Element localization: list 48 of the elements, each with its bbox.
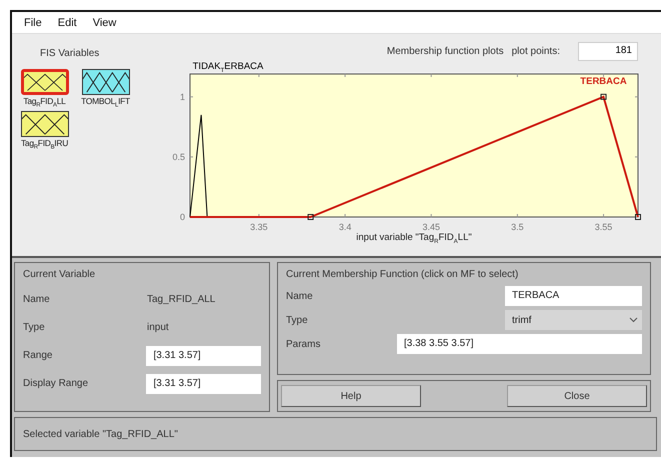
- dialog-button[interactable]: Close: [507, 385, 647, 407]
- dialog-button[interactable]: Help: [281, 385, 421, 407]
- input-field[interactable]: TERBACA: [505, 286, 642, 306]
- variable-label: Tag$_{R}$FID$_{B}$IRU: [20, 138, 68, 150]
- vertex-handle[interactable]: [600, 94, 607, 100]
- field-label: Range: [23, 350, 54, 361]
- mf-label[interactable]: TIDAK$_{T}$ERBACA: [192, 61, 264, 74]
- axis-label: input variable "Tag$_{R}$FID$_{A}$LL": [355, 232, 473, 245]
- tick-label: 0: [180, 212, 185, 222]
- tick-label: 3.55: [594, 222, 612, 232]
- panel-title: Current Variable: [23, 269, 96, 280]
- tick-label: 3.45: [422, 222, 440, 232]
- caret-icon: [629, 317, 638, 323]
- plot-title: Membership function plots: [386, 46, 504, 56]
- vertex-handle[interactable]: [635, 214, 641, 220]
- menu-item[interactable]: View: [86, 16, 124, 28]
- field-label: Display Range: [23, 378, 90, 389]
- variable-label: Tag$_{R}$FID$_{A}$LL: [23, 96, 66, 109]
- tick-label: 0.5: [172, 152, 185, 162]
- plot-points-label: plot points:: [512, 46, 560, 56]
- variable-icon[interactable]: [82, 69, 130, 95]
- field-label: Name: [286, 290, 313, 302]
- field-label: Type: [286, 314, 308, 326]
- field-value: Tag_RFID_ALL: [147, 294, 216, 305]
- input-field[interactable]: [3.38 3.55 3.57]: [397, 334, 642, 354]
- menu-item[interactable]: Edit: [50, 16, 84, 28]
- tick-label: 3.35: [250, 222, 268, 232]
- panel-title: Current Membership Function (click on MF to select): [286, 269, 520, 280]
- variable-icon[interactable]: [20, 110, 68, 137]
- tick-label: 3.5: [511, 222, 524, 232]
- field-label: Name: [23, 294, 51, 305]
- vertex-handle[interactable]: [308, 214, 314, 220]
- tick-label: 1: [180, 92, 185, 102]
- field-value: input: [147, 322, 169, 333]
- field-label: Params: [286, 338, 320, 350]
- mf-label[interactable]: TERBACA: [580, 76, 627, 87]
- input-field[interactable]: [3.31 3.57]: [146, 374, 261, 394]
- menu-item[interactable]: File: [17, 16, 49, 28]
- variable-icon[interactable]: [20, 69, 68, 95]
- variable-label: TOMBOL$_{L}$IFT: [81, 96, 130, 109]
- membership-line[interactable]: [190, 114, 208, 218]
- tick-label: 3.4: [338, 222, 352, 232]
- panel-title: FIS Variables: [40, 48, 100, 59]
- status-bar: Selected variable "Tag_RFID_ALL": [14, 417, 657, 451]
- input-field[interactable]: [3.31 3.57]: [146, 346, 261, 366]
- field-label: Type: [23, 322, 46, 333]
- plot-points-field[interactable]: 181: [578, 42, 638, 60]
- type-dropdown[interactable]: trimf: [505, 310, 642, 330]
